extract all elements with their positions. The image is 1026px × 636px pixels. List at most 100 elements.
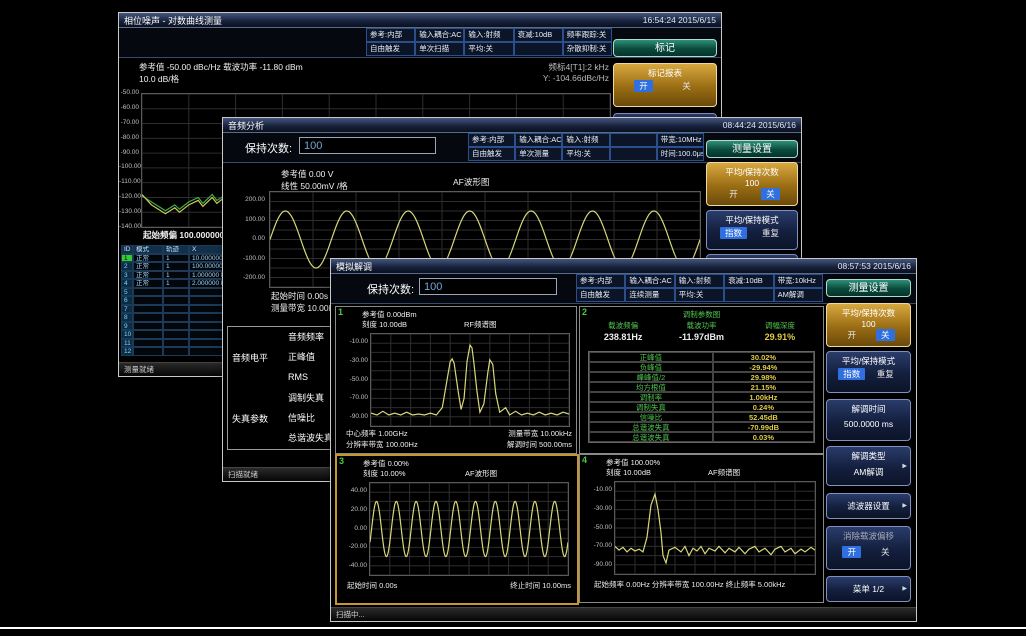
avg-hold-mode-button[interactable]: 平均/保持模式 指数 重复 — [826, 351, 911, 393]
y-tick-label: -200.00 — [227, 274, 265, 281]
carrier-offset-button[interactable]: 消除载波偏移 开 关 — [826, 526, 911, 570]
pane-af-spectrum[interactable]: 4 参考值 100.00% 刻度 10.00dB AF频谱图 -10.00-30… — [579, 454, 824, 603]
avg-hold-count-button[interactable]: 平均/保持次数 100 开 关 — [826, 303, 911, 347]
stop-time-label: 终止时间 10.00ms — [510, 580, 571, 591]
y-tick-label: -90.00 — [119, 149, 139, 156]
af-spectrum-trace — [615, 482, 815, 574]
mod-param-row: 均方根值21.15% — [589, 382, 814, 392]
scale-label: 刻度 10.00dB — [362, 319, 407, 330]
instrument-status-row1: 参考:内部输入耦合:AC输入:射频带宽:10MHz — [468, 133, 704, 147]
result-group-label: 音频电平 — [232, 351, 288, 364]
filter-setup-button[interactable]: 滤波器设置 ▶ — [826, 493, 911, 519]
pane-af-waveform[interactable]: 3 参考值 0.00% 刻度 10.00% AF波形图 40.0020.000.… — [335, 454, 579, 605]
y-tick-label: -90.00 — [582, 561, 612, 568]
status-field: 输入耦合:AC — [515, 133, 562, 147]
status-field: 单次扫描 — [415, 42, 464, 56]
hold-count-input[interactable] — [299, 137, 436, 154]
status-field: 单次测量 — [515, 147, 562, 161]
y-tick-label: 0.00 — [227, 235, 265, 242]
y-tick-label: -90.00 — [338, 413, 368, 420]
status-field: 杂散抑制:关 — [563, 42, 612, 56]
status-field: 自由触发 — [468, 147, 515, 161]
avg-off[interactable]: 关 — [876, 329, 895, 341]
y-tick-label: -50.00 — [119, 89, 139, 96]
status-field: 自由触发 — [576, 288, 625, 302]
mod-param-row: 调制失真0.24% — [589, 402, 814, 412]
demod-time-label: 解调时间 500.00ms — [507, 439, 572, 450]
submenu-arrow-icon: ▶ — [902, 463, 907, 470]
mod-param-row: 调制率1.00kHz — [589, 392, 814, 402]
y-tick-label: -100.00 — [119, 163, 139, 170]
measure-setup-button[interactable]: 测量设置 — [706, 140, 798, 158]
mode-repeat[interactable]: 重复 — [872, 368, 899, 380]
marker-report-off[interactable]: 关 — [677, 80, 696, 92]
carrier-power-value: -11.97dBm — [662, 332, 740, 342]
status-field: 平均:关 — [675, 288, 724, 302]
menu-page-button[interactable]: 菜单 1/2 ▶ — [826, 576, 911, 602]
clock: 08:44:24 2015/6/16 — [723, 120, 796, 130]
window-title: 模拟解调 — [336, 260, 372, 273]
y-tick-label: -70.00 — [338, 394, 368, 401]
window-title: 音频分析 — [228, 119, 264, 132]
y-tick-label: -130.00 — [119, 208, 139, 215]
marker-col-header: 模式 — [133, 245, 163, 254]
submenu-arrow-icon: ▶ — [902, 577, 907, 601]
marker-readout-y: Y: -104.66dBc/Hz — [543, 73, 609, 83]
status-field: 自由触发 — [366, 42, 415, 56]
demod-type-button[interactable]: 解调类型 AM解调 ▶ — [826, 446, 911, 486]
demod-time-button[interactable]: 解调时间 500.0000 ms — [826, 399, 911, 441]
carrier-offset-value: 238.81Hz — [584, 332, 662, 342]
status-field: 参考:内部 — [468, 133, 515, 147]
marker-menu-button[interactable]: 标记 — [613, 39, 717, 57]
status-field: 时间:100.0μs — [657, 147, 704, 161]
y-tick-label: -140.00 — [119, 223, 139, 230]
start-time-label: 起始时间 0.00s — [271, 290, 328, 302]
mode-repeat[interactable]: 重复 — [757, 227, 784, 239]
scale-label: 10.0 dB/格 — [139, 73, 179, 85]
offset-on[interactable]: 开 — [842, 546, 861, 558]
start-time-label: 起始时间 0.00s — [347, 580, 397, 591]
marker-col-header: 轨迹 — [163, 245, 189, 254]
hold-count-label: 保持次数: — [367, 281, 414, 297]
am-depth-label: 调幅深度 — [741, 320, 819, 331]
status-field: 带宽:10MHz — [657, 133, 704, 147]
meas-bw-label: 测量带宽 10.00kHz — [508, 428, 572, 439]
measure-setup-button[interactable]: 测量设置 — [826, 279, 911, 297]
avg-on[interactable]: 开 — [724, 188, 743, 200]
chart-title: AF频谱图 — [708, 467, 740, 478]
demod-statusbar: 扫描中... — [331, 607, 916, 621]
mode-exp[interactable]: 指数 — [720, 227, 747, 239]
pane-rf-spectrum[interactable]: 1 参考值 0.00dBm 刻度 10.00dB RF频谱图 -10.00-30… — [335, 306, 577, 454]
pane-mod-params[interactable]: 2 调制参数图 载波频偏 238.81Hz 载波功率 -11.97dBm 调幅深… — [579, 306, 824, 454]
status-field — [724, 288, 773, 302]
pane-number: 4 — [582, 455, 587, 465]
y-tick-label: -10.00 — [582, 486, 612, 493]
status-field: 平均:关 — [562, 147, 609, 161]
y-tick-label: -20.00 — [339, 543, 367, 550]
y-tick-label: -10.00 — [338, 338, 368, 345]
status-field — [610, 133, 657, 147]
af-waveform-trace — [370, 483, 568, 575]
mod-param-row: 总谐波失真-70.99dB — [589, 422, 814, 432]
center-freq-label: 中心频率 1.00GHz — [346, 428, 408, 439]
y-tick-label: -110.00 — [119, 178, 139, 185]
result-group-label: 失真参数 — [232, 412, 288, 425]
mode-exp[interactable]: 指数 — [838, 368, 865, 380]
status-field: 输入:射频 — [464, 28, 513, 42]
hold-count-input[interactable] — [419, 278, 557, 295]
mod-param-row: 总谐波失真0.03% — [589, 432, 814, 442]
marker-col-header: ID — [121, 245, 133, 254]
marker-report-button[interactable]: 标记报表 开 关 — [613, 63, 717, 107]
pane-number: 3 — [339, 456, 344, 466]
y-tick-label: 100.00 — [227, 216, 265, 223]
avg-on[interactable]: 开 — [842, 329, 861, 341]
chart-title: AF波形图 — [453, 176, 489, 188]
phase-noise-titlebar: 相位噪声 - 对数曲线测量 16:54:24 2015/6/15 — [119, 13, 721, 28]
status-field: 参考:内部 — [366, 28, 415, 42]
avg-off[interactable]: 关 — [761, 188, 780, 200]
marker-report-on[interactable]: 开 — [634, 80, 653, 92]
offset-off[interactable]: 关 — [876, 546, 895, 558]
avg-hold-mode-button[interactable]: 平均/保持模式 指数 重复 — [706, 210, 798, 250]
avg-hold-count-button[interactable]: 平均/保持次数 100 开 关 — [706, 162, 798, 206]
rbw-label: 分辨率带宽 100.00Hz — [346, 439, 418, 450]
